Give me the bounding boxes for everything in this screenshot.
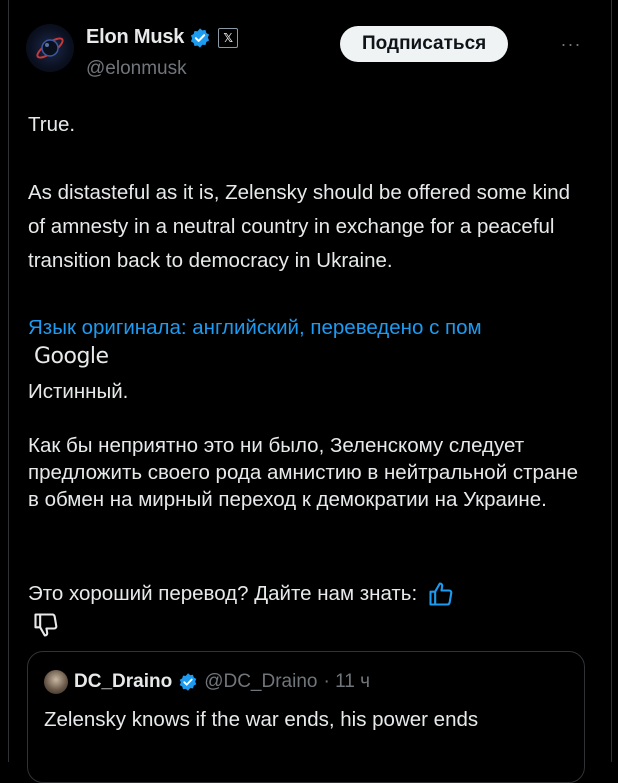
translated-paragraph: Как бы неприятно это ни было, Зеленскому… <box>28 434 579 511</box>
quoted-author-name[interactable]: DC_Draino <box>74 671 172 693</box>
timeline-border-right <box>611 0 612 762</box>
quoted-tweet-time[interactable]: · 11 ч <box>323 671 370 693</box>
translation-feedback: Это хороший перевод? Дайте нам знать: <box>28 580 588 608</box>
quoted-tweet-card[interactable]: DC_Draino @DC_Draino · 11 ч Zelensky kno… <box>27 651 585 783</box>
verified-badge-icon <box>191 27 210 48</box>
translated-paragraph: Истинный. <box>28 380 129 403</box>
tweet-header: Elon Musk 𝕏 @elonmusk Подписаться ··· <box>26 20 586 84</box>
affiliate-x-badge-icon[interactable]: 𝕏 <box>218 27 239 48</box>
author-name-row: Elon Musk 𝕏 <box>86 26 239 49</box>
tweet-paragraph: True. <box>28 113 76 136</box>
google-logo: Google <box>34 344 109 369</box>
avatar[interactable] <box>26 24 74 72</box>
thumbs-down-icon[interactable] <box>32 611 60 639</box>
more-options-icon[interactable]: ··· <box>556 26 586 62</box>
follow-button[interactable]: Подписаться <box>340 26 509 62</box>
avatar-image-icon <box>36 37 64 59</box>
quoted-tweet-header: DC_Draino @DC_Draino · 11 ч <box>44 670 370 694</box>
quoted-author-handle[interactable]: @DC_Draino <box>204 671 317 693</box>
feedback-prompt: Это хороший перевод? Дайте нам знать: <box>28 582 418 605</box>
quoted-author-avatar[interactable] <box>44 670 68 694</box>
quoted-tweet-text: Zelensky knows if the war ends, his powe… <box>44 708 479 731</box>
author-handle[interactable]: @elonmusk <box>86 58 187 80</box>
tweet-text: True. As distasteful as it is, Zelensky … <box>28 108 588 278</box>
verified-badge-icon <box>179 673 197 691</box>
author-display-name[interactable]: Elon Musk <box>86 26 184 49</box>
translated-text: Истинный. Как бы неприятно это ни было, … <box>28 378 588 513</box>
translation-note-link[interactable]: Язык оригинала: английский, переведено с… <box>28 316 594 340</box>
tweet-paragraph: As distasteful as it is, Zelensky should… <box>28 181 571 272</box>
thumbs-up-icon[interactable] <box>427 580 455 608</box>
timeline-border-left <box>8 0 9 762</box>
